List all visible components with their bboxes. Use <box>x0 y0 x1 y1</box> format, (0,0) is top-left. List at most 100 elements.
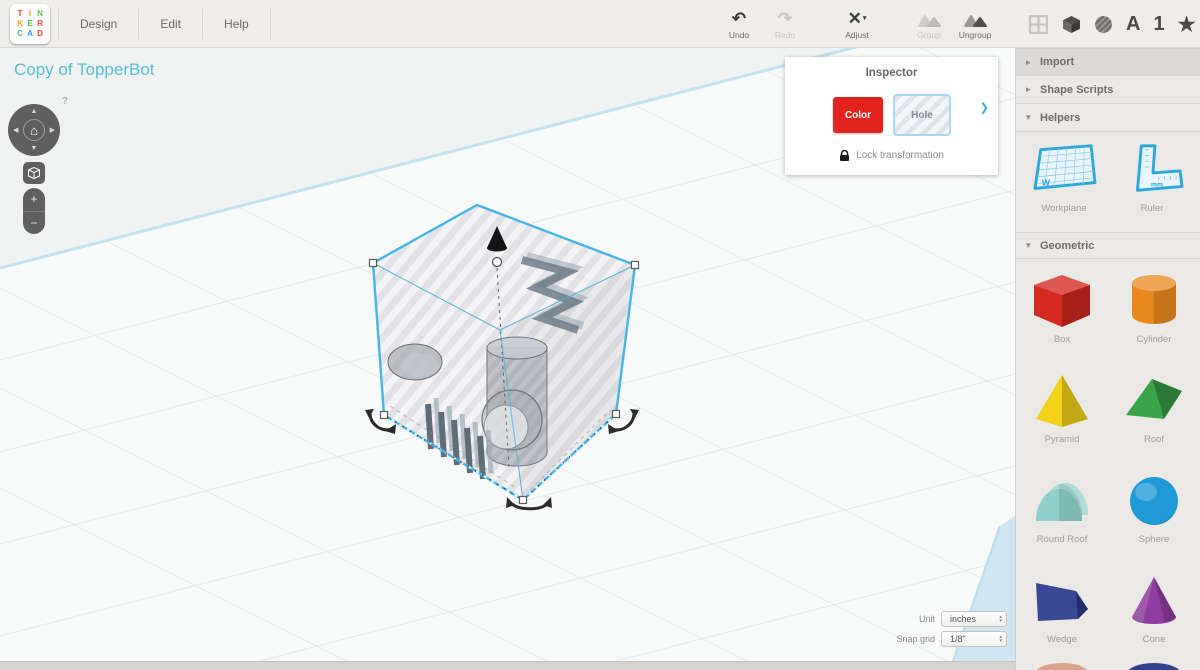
scale-handle[interactable] <box>613 411 620 418</box>
zoom-controls: + − <box>23 188 45 234</box>
orbit-up-icon[interactable]: ▲ <box>31 108 38 115</box>
holes-category-icon[interactable] <box>1094 15 1113 34</box>
roof-shape-icon <box>1118 369 1190 431</box>
zoom-in-button[interactable]: + <box>23 188 45 212</box>
sidebar-section-geometric[interactable]: ▾ Geometric <box>1016 233 1200 259</box>
dropdown-stepper-icon: ▲▼ <box>999 615 1003 623</box>
helper-label: Workplane <box>1041 203 1086 214</box>
scale-handle[interactable] <box>632 262 639 269</box>
group-button[interactable]: Group <box>906 9 952 40</box>
menu-edit[interactable]: Edit <box>139 0 202 48</box>
wedge-shape-icon <box>1026 569 1098 631</box>
box-shape-icon <box>1026 269 1098 331</box>
top-bar: T I N K E R C A D Design Edit Help ↶ Und… <box>0 0 1200 48</box>
group-icon <box>916 9 942 29</box>
scale-handle[interactable] <box>370 260 377 267</box>
workplane-category-icon[interactable] <box>1028 14 1049 35</box>
orbit-down-icon[interactable]: ▼ <box>31 145 38 152</box>
cylinder-shape-icon <box>1118 269 1190 331</box>
numbers-category-icon[interactable]: 1 <box>1153 13 1164 36</box>
sidebar-section-helpers[interactable]: ▾ Helpers <box>1016 104 1200 132</box>
caret-down-icon: ▾ <box>863 10 867 28</box>
undo-label: Undo <box>729 30 749 40</box>
shape-item-cone[interactable]: Cone <box>1108 563 1200 663</box>
lock-transformation-label: Lock transformation <box>856 150 944 161</box>
color-swatch-label: Color <box>845 110 871 121</box>
menu-divider <box>270 9 271 39</box>
workplane-helper-icon: W <box>1027 140 1101 200</box>
helper-item-workplane[interactable]: W Workplane <box>1022 140 1106 232</box>
letters-category-icon[interactable]: A <box>1126 13 1140 36</box>
redo-button[interactable]: ↷ Redo <box>762 9 808 40</box>
symbols-category-icon[interactable]: ★ <box>1178 12 1196 37</box>
helpers-grid: W Workplane mm Ruler <box>1016 132 1200 233</box>
height-handle[interactable] <box>493 258 502 267</box>
snap-grid-value: 1/8" <box>950 634 999 644</box>
undo-button[interactable]: ↶ Undo <box>716 9 762 40</box>
shape-item-partial[interactable] <box>1126 663 1182 670</box>
section-label: Helpers <box>1040 112 1080 124</box>
view-cube-button[interactable] <box>23 162 45 184</box>
view-cube-icon <box>28 167 40 179</box>
home-icon: ⌂ <box>30 123 38 138</box>
hole-swatch[interactable]: Hole <box>893 94 951 136</box>
logo-letter: K <box>17 20 23 28</box>
tinkercad-app: T I N K E R C A D Design Edit Help ↶ Und… <box>0 0 1200 670</box>
shape-item-round-roof[interactable]: Round Roof <box>1016 463 1108 563</box>
shape-category-bar: A 1 ★ <box>1028 0 1196 48</box>
inspector-panel: Inspector Color Hole ❯ Lock transformati… <box>785 57 998 175</box>
color-swatch[interactable]: Color <box>833 97 883 133</box>
logo-letter: R <box>37 20 43 28</box>
hole-swatch-label: Hole <box>911 110 933 121</box>
sidebar-section-import[interactable]: ▸ Import <box>1016 48 1200 76</box>
orbit-right-icon[interactable]: ▶ <box>50 126 55 134</box>
ungroup-label: Ungroup <box>959 30 992 40</box>
snap-grid-select[interactable]: 1/8" ▲▼ <box>941 631 1007 647</box>
zoom-out-button[interactable]: − <box>23 212 45 235</box>
pyramid-shape-icon <box>1026 369 1098 431</box>
shape-label: Round Roof <box>1037 534 1088 545</box>
bottom-edge-bar <box>0 661 1015 670</box>
rotate-handle-front[interactable] <box>506 497 552 509</box>
ungroup-button[interactable]: Ungroup <box>952 9 998 40</box>
adjust-button[interactable]: ✕▾ Adjust <box>834 9 880 40</box>
unit-select[interactable]: inches ▲▼ <box>941 611 1007 627</box>
tinkercad-logo[interactable]: T I N K E R C A D <box>10 4 50 44</box>
menu-design[interactable]: Design <box>59 0 138 48</box>
shape-item-sphere[interactable]: Sphere <box>1108 463 1200 563</box>
ruler-helper-icon: mm <box>1115 140 1189 200</box>
ungroup-icon <box>962 9 988 29</box>
shape-item-wedge[interactable]: Wedge <box>1016 563 1108 663</box>
shape-label: Sphere <box>1139 534 1170 545</box>
lock-transformation-toggle[interactable]: Lock transformation <box>785 149 998 162</box>
helper-item-ruler[interactable]: mm Ruler <box>1110 140 1194 232</box>
redo-icon: ↷ <box>778 9 792 29</box>
3d-viewport[interactable]: Copy of TopperBot ▲ ▼ ◀ ▶ ⌂ ? + − Inspec… <box>0 48 1015 670</box>
svg-text:mm: mm <box>1151 181 1163 188</box>
scale-handle[interactable] <box>520 497 527 504</box>
helper-label: Ruler <box>1141 203 1164 214</box>
orbit-left-icon[interactable]: ◀ <box>13 126 18 134</box>
shape-item-pyramid[interactable]: Pyramid <box>1016 363 1108 463</box>
sphere-shape-icon <box>1118 469 1190 531</box>
shape-label: Wedge <box>1047 634 1077 645</box>
logo-letter: E <box>27 20 32 28</box>
help-mark[interactable]: ? <box>62 96 68 107</box>
grid-settings: Unit inches ▲▼ Snap grid 1/8" ▲▼ <box>896 611 1007 647</box>
geometric-category-icon[interactable] <box>1062 15 1081 34</box>
shape-label: Roof <box>1144 434 1164 445</box>
menu-help[interactable]: Help <box>203 0 270 48</box>
orbit-pad[interactable]: ▲ ▼ ◀ ▶ ⌂ <box>8 104 60 156</box>
shape-item-roof[interactable]: Roof <box>1108 363 1200 463</box>
logo-letter: D <box>37 30 43 38</box>
scale-handle[interactable] <box>381 412 388 419</box>
sidebar-section-shape-scripts[interactable]: ▸ Shape Scripts <box>1016 76 1200 104</box>
logo-letter: A <box>27 30 33 38</box>
shape-item-partial[interactable] <box>1034 663 1090 670</box>
home-view-button[interactable]: ⌂ <box>23 119 45 141</box>
adjust-label: Adjust <box>845 30 869 40</box>
shape-item-cylinder[interactable]: Cylinder <box>1108 263 1200 363</box>
shape-item-box[interactable]: Box <box>1016 263 1108 363</box>
geometric-shapes-grid: Box Cylinder Pyramid <box>1016 259 1200 663</box>
inspector-collapse-icon[interactable]: ❯ <box>980 101 989 114</box>
